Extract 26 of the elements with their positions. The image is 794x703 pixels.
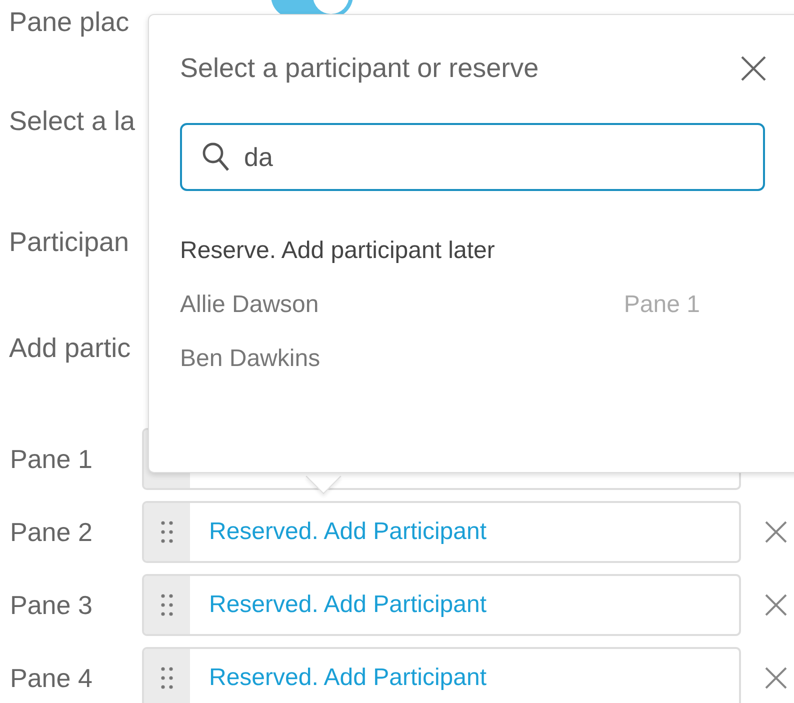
setting-label: Select a la xyxy=(9,106,136,136)
close-icon xyxy=(741,56,766,81)
pane-label: Pane 3 xyxy=(9,590,94,620)
search-field[interactable]: da xyxy=(180,123,765,191)
search-icon xyxy=(202,142,230,172)
add-participant-link[interactable]: Reserved. Add Participant xyxy=(190,576,486,634)
drag-handle-icon[interactable] xyxy=(161,521,173,543)
close-button[interactable] xyxy=(741,56,766,81)
reserve-option[interactable]: Reserve. Add participant later xyxy=(180,237,700,271)
pane-label: Pane 2 xyxy=(9,516,94,548)
section-heading: Add partic xyxy=(9,332,131,364)
pane-label: Pane 1 xyxy=(9,444,94,474)
drag-handle-icon[interactable] xyxy=(161,594,173,616)
pane-label: Pane 4 xyxy=(9,662,94,694)
add-participant-link[interactable]: Reserved. Add Participant xyxy=(190,503,486,561)
add-participant-link[interactable]: Reserved. Add Participant xyxy=(190,649,486,703)
assigned-pane-label: Pane 1 xyxy=(624,291,700,320)
popover-title: Select a participant or reserve xyxy=(180,53,539,84)
participant-option[interactable]: Allie Dawson xyxy=(180,291,319,325)
setting-label: Participan xyxy=(9,226,130,258)
participant-option[interactable]: Ben Dawkins xyxy=(180,345,320,379)
setting-label: Pane plac xyxy=(9,6,130,38)
close-icon[interactable] xyxy=(765,594,787,616)
close-icon[interactable] xyxy=(765,521,787,543)
close-icon[interactable] xyxy=(765,667,787,689)
drag-handle-icon[interactable] xyxy=(161,667,173,689)
